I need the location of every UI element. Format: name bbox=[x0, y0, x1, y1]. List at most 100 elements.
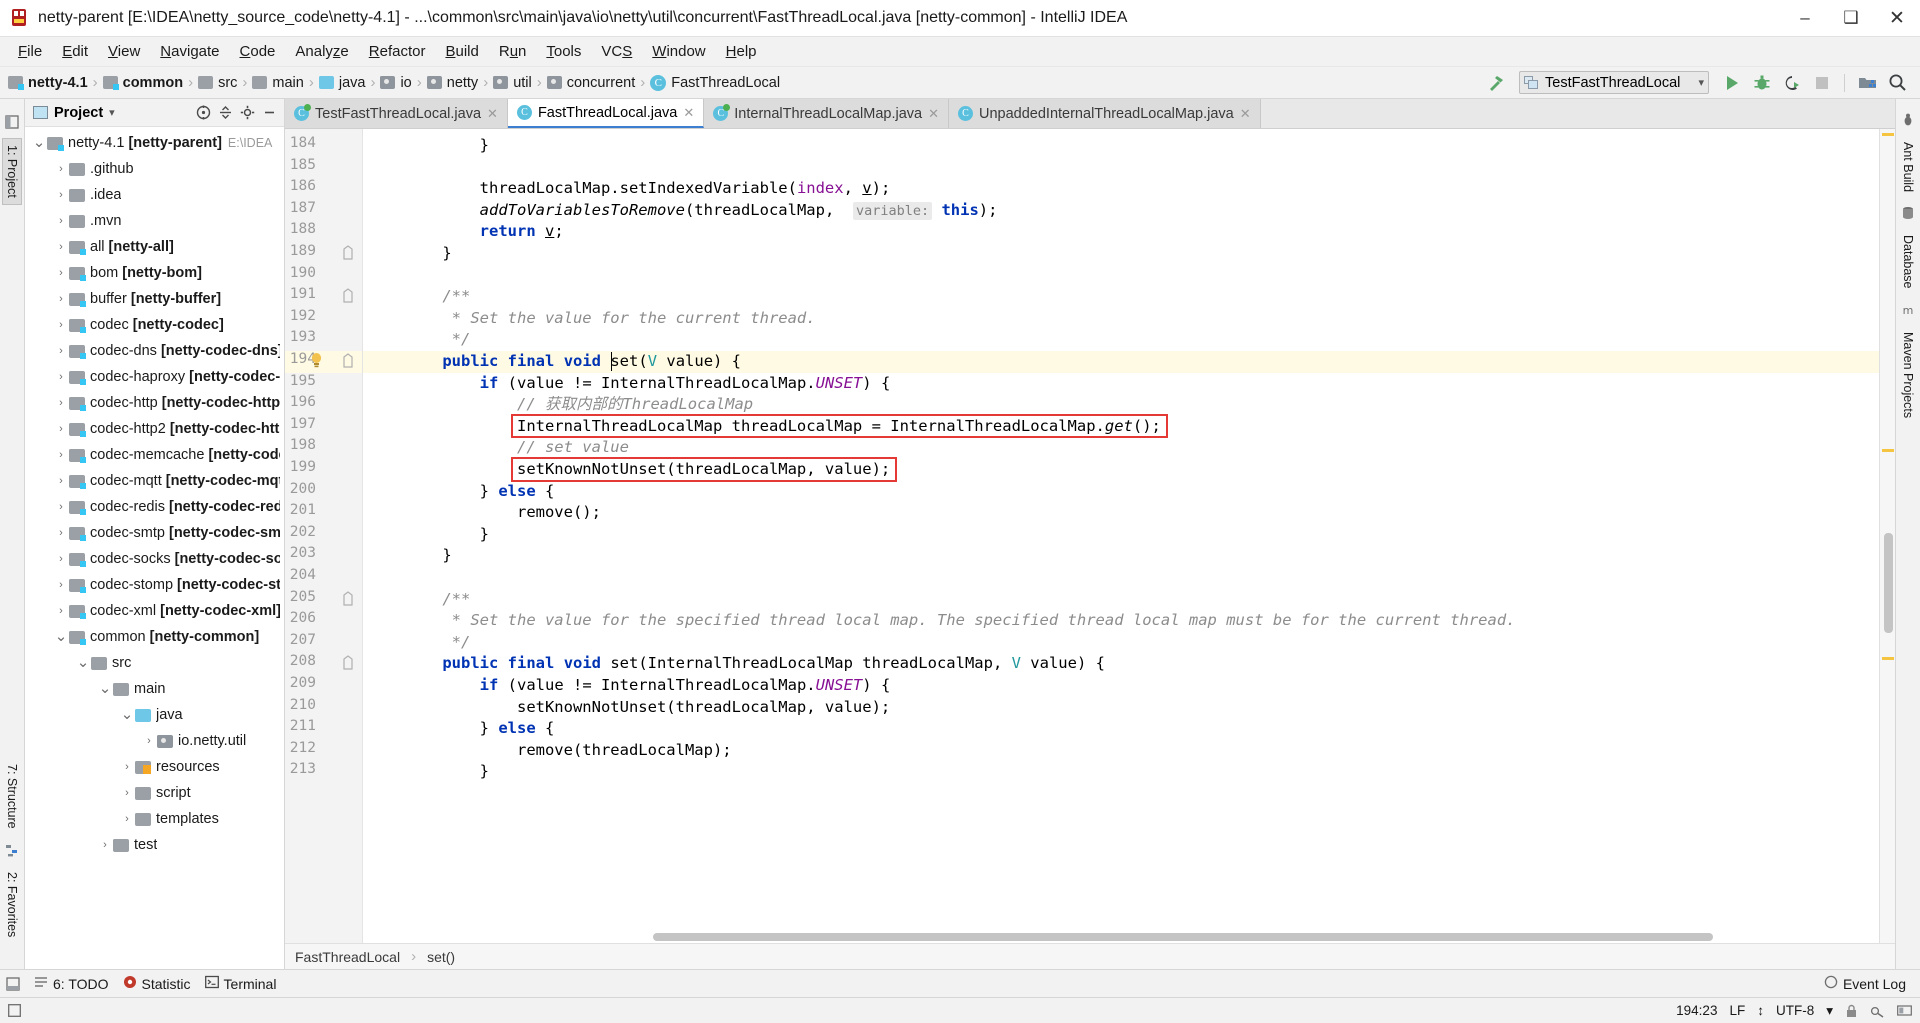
scroll-from-source-icon[interactable] bbox=[192, 102, 214, 124]
caret-position[interactable]: 194:23 bbox=[1676, 1003, 1717, 1018]
bottom-item-todo[interactable]: 6: TODO bbox=[34, 975, 109, 992]
marker-warning-2[interactable] bbox=[1882, 449, 1894, 452]
hide-icon[interactable] bbox=[258, 102, 280, 124]
tree-node-all[interactable]: › all [netty-all] bbox=[25, 234, 284, 260]
memory-indicator-icon[interactable] bbox=[1897, 1004, 1912, 1017]
chevron-right-icon[interactable]: › bbox=[97, 839, 113, 851]
breadcrumb-item-fastthreadlocal[interactable]: C FastThreadLocal bbox=[650, 74, 780, 91]
breadcrumb-item-concurrent[interactable]: concurrent bbox=[546, 75, 635, 91]
tree-node-.idea[interactable]: › .idea bbox=[25, 182, 284, 208]
code-line-208[interactable]: public final void set(InternalThreadLoca… bbox=[405, 653, 1105, 675]
menu-edit[interactable]: Edit bbox=[52, 40, 98, 63]
tree-node-src[interactable]: ⌄ src bbox=[25, 650, 284, 676]
ant-build-icon[interactable] bbox=[1901, 113, 1916, 128]
menu-code[interactable]: Code bbox=[230, 40, 286, 63]
code-line-189[interactable]: } bbox=[405, 243, 451, 265]
code-folding-marker[interactable] bbox=[341, 590, 357, 607]
menu-navigate[interactable]: Navigate bbox=[150, 40, 229, 63]
horizontal-scrollbar[interactable] bbox=[363, 933, 1877, 943]
tree-node-script[interactable]: › script bbox=[25, 780, 284, 806]
menu-help[interactable]: Help bbox=[716, 40, 767, 63]
tree-node-resources[interactable]: › resources bbox=[25, 754, 284, 780]
tool-window-list-icon[interactable] bbox=[4, 115, 20, 130]
intention-bulb-icon[interactable] bbox=[309, 352, 325, 368]
code-line-184[interactable]: } bbox=[405, 135, 489, 157]
menu-analyze[interactable]: Analyze bbox=[285, 40, 358, 63]
inspections-icon[interactable] bbox=[1870, 1004, 1885, 1018]
chevron-right-icon[interactable]: › bbox=[141, 735, 157, 747]
menu-build[interactable]: Build bbox=[435, 40, 488, 63]
encoding[interactable]: UTF-8 bbox=[1776, 1003, 1814, 1018]
status-toggle-icon[interactable] bbox=[8, 1004, 21, 1017]
code-line-205[interactable]: /** bbox=[405, 589, 470, 611]
editor-tab-testfastthreadlocal[interactable]: C TestFastThreadLocal.java ✕ bbox=[285, 99, 508, 128]
structure-icon[interactable] bbox=[5, 843, 20, 858]
code-line-195[interactable]: if (value != InternalThreadLocalMap.UNSE… bbox=[405, 373, 891, 395]
sidebar-item-structure[interactable]: 7: Structure bbox=[3, 758, 21, 835]
chevron-right-icon[interactable]: › bbox=[53, 371, 69, 383]
breadcrumb-item-netty[interactable]: netty bbox=[426, 75, 478, 91]
tree-node-templates[interactable]: › templates bbox=[25, 806, 284, 832]
indent-icon[interactable]: ↕ bbox=[1757, 1003, 1764, 1018]
menu-vcs[interactable]: VCS bbox=[591, 40, 642, 63]
code-line-188[interactable]: return v; bbox=[405, 221, 564, 243]
editor-tab-unpaddedinternalthreadlocalmap[interactable]: C UnpaddedInternalThreadLocalMap.java ✕ bbox=[949, 99, 1261, 128]
bottom-item-terminal[interactable]: Terminal bbox=[204, 975, 276, 992]
sidebar-item-favorites[interactable]: 2: Favorites bbox=[3, 866, 21, 943]
collapse-all-icon[interactable] bbox=[214, 102, 236, 124]
code-content[interactable]: } threadLocalMap.setIndexedVariable(inde… bbox=[363, 129, 1879, 943]
code-line-202[interactable]: } bbox=[405, 524, 489, 546]
tree-node-codec-haproxy[interactable]: › codec-haproxy [netty-codec-haproxy] bbox=[25, 364, 284, 390]
chevron-encoding-icon[interactable]: ▾ bbox=[1826, 1003, 1833, 1019]
tree-node-codec[interactable]: › codec [netty-codec] bbox=[25, 312, 284, 338]
menu-tools[interactable]: Tools bbox=[536, 40, 591, 63]
code-line-201[interactable]: remove(); bbox=[405, 502, 601, 524]
chevron-right-icon[interactable]: › bbox=[53, 449, 69, 461]
project-tree[interactable]: ⌄ netty-4.1 [netty-parent] E:\IDEA › .github… bbox=[25, 127, 284, 969]
tree-node-codec-smtp[interactable]: › codec-smtp [netty-codec-smtp] bbox=[25, 520, 284, 546]
run-icon[interactable] bbox=[1719, 71, 1745, 95]
menu-refactor[interactable]: Refactor bbox=[359, 40, 436, 63]
editor-gutter[interactable]: 184 185 186 187 188 189 190 191 192 193 194 195 196 1… bbox=[285, 129, 363, 943]
tree-node-codec-xml[interactable]: › codec-xml [netty-codec-xml] bbox=[25, 598, 284, 624]
code-line-196[interactable]: // 获取内部的ThreadLocalMap bbox=[405, 394, 753, 416]
chevron-right-icon[interactable]: › bbox=[53, 189, 69, 201]
code-line-203[interactable]: } bbox=[405, 545, 451, 567]
code-folding-marker[interactable] bbox=[341, 245, 357, 261]
project-view-dropdown[interactable]: ▾ bbox=[109, 106, 115, 119]
tree-node-codec-dns[interactable]: › codec-dns [netty-codec-dns] bbox=[25, 338, 284, 364]
code-folding-marker[interactable] bbox=[341, 655, 357, 671]
database-icon[interactable] bbox=[1901, 206, 1916, 221]
vertical-scrollbar-thumb[interactable] bbox=[1884, 533, 1893, 633]
tree-node-bom[interactable]: › bom [netty-bom] bbox=[25, 260, 284, 286]
tree-node-codec-redis[interactable]: › codec-redis [netty-codec-redis] bbox=[25, 494, 284, 520]
close-tab-icon[interactable]: ✕ bbox=[487, 106, 498, 122]
sidebar-item-project[interactable]: 1: Project bbox=[2, 138, 22, 205]
breadcrumb-item-util[interactable]: util bbox=[493, 75, 532, 91]
code-line-212[interactable]: remove(threadLocalMap); bbox=[405, 740, 732, 762]
sidebar-item-ant-build[interactable]: Ant Build bbox=[1899, 136, 1917, 198]
tree-node-codec-stomp[interactable]: › codec-stomp [netty-codec-stomp] bbox=[25, 572, 284, 598]
tree-node-codec-socks[interactable]: › codec-socks [netty-codec-socks] bbox=[25, 546, 284, 572]
code-line-187[interactable]: addToVariablesToRemove(threadLocalMap, v… bbox=[405, 200, 997, 222]
breadcrumb-item-netty-4-1[interactable]: netty-4.1 bbox=[8, 75, 88, 91]
editor-tab-fastthreadlocal[interactable]: C FastThreadLocal.java ✕ bbox=[507, 99, 705, 128]
editor-tab-internalthreadlocalmap[interactable]: C InternalThreadLocalMap.java ✕ bbox=[704, 99, 949, 128]
breadcrumb-item-main[interactable]: main bbox=[252, 75, 304, 91]
chevron-right-icon[interactable]: › bbox=[53, 475, 69, 487]
debug-icon[interactable] bbox=[1749, 71, 1775, 95]
tree-node-netty-4.1[interactable]: ⌄ netty-4.1 [netty-parent] E:\IDEA bbox=[25, 130, 284, 156]
chevron-down-icon[interactable]: ⌄ bbox=[119, 707, 135, 722]
chevron-right-icon[interactable]: › bbox=[53, 345, 69, 357]
tree-node-main[interactable]: ⌄ main bbox=[25, 676, 284, 702]
code-folding-marker[interactable] bbox=[341, 353, 357, 369]
breadcrumb-item-common[interactable]: common bbox=[102, 75, 183, 91]
chevron-down-icon[interactable]: ⌄ bbox=[75, 655, 91, 670]
marker-warning-3[interactable] bbox=[1882, 657, 1894, 660]
code-line-211[interactable]: } else { bbox=[405, 718, 555, 740]
chevron-right-icon[interactable]: › bbox=[53, 397, 69, 409]
tree-node-.github[interactable]: › .github bbox=[25, 156, 284, 182]
breadcrumb-item-io[interactable]: io bbox=[380, 75, 412, 91]
tree-node-java[interactable]: ⌄ java bbox=[25, 702, 284, 728]
chevron-right-icon[interactable]: › bbox=[53, 319, 69, 331]
